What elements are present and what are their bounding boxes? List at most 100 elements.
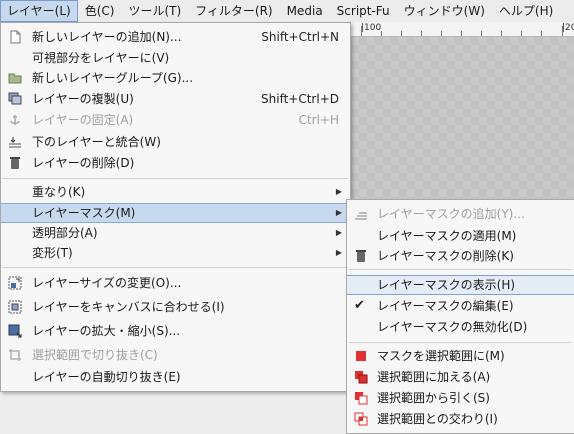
menubar: レイヤー(L) 色(C) ツール(T) フィルター(R) Media Scrip… bbox=[0, 0, 574, 23]
duplicate-layer-label: レイヤーの複製(U) bbox=[32, 92, 134, 106]
add-layer-mask-label: レイヤーマスクの追加(Y)... bbox=[377, 207, 525, 221]
anchor-layer-item[interactable]: レイヤーの固定(A) Ctrl+H bbox=[1, 110, 350, 130]
menu-layer[interactable]: レイヤー(L) bbox=[0, 0, 78, 22]
layer-boundary-size-item[interactable]: レイヤーサイズの変更(O)... bbox=[1, 273, 350, 293]
intersect-with-selection-item[interactable]: 選択範囲との交わり(I) bbox=[347, 409, 574, 429]
transparency-label: 透明部分(A) bbox=[32, 226, 98, 240]
subtract-from-selection-icon bbox=[354, 391, 368, 405]
ruler-tick bbox=[501, 31, 502, 36]
add-to-selection-item[interactable]: 選択範囲に加える(A) bbox=[347, 367, 574, 387]
delete-layer-mask-label: レイヤーマスクの削除(K) bbox=[377, 249, 514, 263]
transparency-item[interactable]: 透明部分(A) ▶ bbox=[1, 223, 350, 243]
menu-separator bbox=[349, 269, 572, 270]
trash-icon bbox=[8, 156, 22, 170]
menu-media[interactable]: Media bbox=[280, 0, 330, 22]
layer-to-image-size-label: レイヤーをキャンバスに合わせる(I) bbox=[32, 300, 225, 314]
layer-menu: 新しいレイヤーの追加(N)... Shift+Ctrl+N 可視部分をレイヤーに… bbox=[0, 22, 351, 392]
menu-separator bbox=[349, 342, 572, 343]
stack-label: 重なり(K) bbox=[32, 185, 86, 199]
transform-label: 変形(T) bbox=[32, 246, 73, 260]
visible-to-layer-item[interactable]: 可視部分をレイヤーに(V) bbox=[1, 48, 350, 68]
new-layer-label: 新しいレイヤーの追加(N)... bbox=[32, 30, 182, 44]
new-layer-group-label: 新しいレイヤーグループ(G)... bbox=[32, 71, 194, 85]
menu-separator bbox=[3, 267, 348, 268]
edit-layer-mask-item[interactable]: ✔ レイヤーマスクの編集(E) bbox=[347, 296, 574, 316]
fit-canvas-icon bbox=[8, 300, 22, 314]
duplicate-icon bbox=[8, 92, 22, 106]
layer-mask-item[interactable]: レイヤーマスク(M) ▶ bbox=[1, 203, 350, 223]
anchor-layer-label: レイヤーの固定(A) bbox=[32, 113, 134, 127]
mask-to-selection-label: マスクを選択範囲に(M) bbox=[377, 349, 505, 363]
ruler-tick bbox=[461, 31, 462, 36]
ruler-tick bbox=[361, 26, 362, 36]
menu-help[interactable]: ヘルプ(H) bbox=[492, 0, 560, 22]
ruler-tick bbox=[541, 31, 542, 36]
submenu-arrow-icon: ▶ bbox=[335, 248, 342, 257]
subtract-from-selection-label: 選択範囲から引く(S) bbox=[377, 391, 490, 405]
autocrop-layer-label: レイヤーの自動切り抜き(E) bbox=[32, 370, 181, 384]
edit-layer-mask-label: レイヤーマスクの編集(E) bbox=[377, 299, 514, 313]
anchor-layer-shortcut: Ctrl+H bbox=[298, 113, 339, 127]
horizontal-ruler[interactable]: |100 |200 bbox=[351, 22, 574, 37]
scale-layer-label: レイヤーの拡大・縮小(S)... bbox=[32, 324, 181, 338]
layer-to-image-size-item[interactable]: レイヤーをキャンバスに合わせる(I) bbox=[1, 297, 350, 317]
add-mask-icon bbox=[354, 207, 368, 221]
visible-to-layer-label: 可視部分をレイヤーに(V) bbox=[32, 51, 170, 65]
ruler-tick bbox=[401, 31, 402, 36]
autocrop-layer-item[interactable]: レイヤーの自動切り抜き(E) bbox=[1, 367, 350, 387]
scale-layer-icon bbox=[8, 324, 22, 338]
disable-layer-mask-item[interactable]: レイヤーマスクの無効化(D) bbox=[347, 317, 574, 337]
add-to-selection-label: 選択範囲に加える(A) bbox=[377, 370, 491, 384]
merge-down-icon bbox=[8, 135, 22, 149]
anchor-icon bbox=[8, 113, 22, 127]
ruler-tick bbox=[421, 31, 422, 36]
crop-icon bbox=[8, 348, 22, 362]
delete-layer-label: レイヤーの削除(D) bbox=[32, 156, 135, 170]
duplicate-layer-item[interactable]: レイヤーの複製(U) Shift+Ctrl+D bbox=[1, 89, 350, 109]
duplicate-layer-shortcut: Shift+Ctrl+D bbox=[261, 92, 339, 106]
intersect-with-selection-icon bbox=[354, 412, 368, 426]
ruler-tick bbox=[381, 31, 382, 36]
mask-to-selection-item[interactable]: マスクを選択範囲に(M) bbox=[347, 346, 574, 366]
mask-to-selection-icon bbox=[354, 349, 368, 363]
trash-icon bbox=[354, 249, 368, 263]
ruler-tick bbox=[562, 26, 563, 36]
submenu-arrow-icon: ▶ bbox=[335, 228, 342, 237]
new-layer-group-item[interactable]: 新しいレイヤーグループ(G)... bbox=[1, 68, 350, 88]
menu-color[interactable]: 色(C) bbox=[78, 0, 122, 22]
new-layer-shortcut: Shift+Ctrl+N bbox=[261, 30, 339, 44]
menu-script-fu[interactable]: Script-Fu bbox=[330, 0, 397, 22]
merge-down-item[interactable]: 下のレイヤーと統合(W) bbox=[1, 132, 350, 152]
ruler-tick bbox=[521, 31, 522, 36]
apply-layer-mask-item[interactable]: レイヤーマスクの適用(M) bbox=[347, 226, 574, 246]
add-layer-mask-item[interactable]: レイヤーマスクの追加(Y)... bbox=[347, 204, 574, 224]
apply-layer-mask-label: レイヤーマスクの適用(M) bbox=[377, 229, 517, 243]
ruler-label-200: |200 bbox=[562, 23, 574, 33]
menu-tools[interactable]: ツール(T) bbox=[121, 0, 188, 22]
ruler-label-100: |100 bbox=[361, 23, 382, 33]
intersect-with-selection-label: 選択範囲との交わり(I) bbox=[377, 412, 498, 426]
ruler-tick bbox=[441, 31, 442, 36]
checkmark-icon: ✔ bbox=[354, 298, 365, 313]
submenu-arrow-icon: ▶ bbox=[335, 187, 342, 196]
folder-icon bbox=[8, 71, 22, 85]
delete-layer-item[interactable]: レイヤーの削除(D) bbox=[1, 153, 350, 173]
new-layer-icon bbox=[8, 30, 22, 44]
crop-to-selection-item[interactable]: 選択範囲で切り抜き(C) bbox=[1, 345, 350, 365]
menu-filters[interactable]: フィルター(R) bbox=[188, 0, 279, 22]
subtract-from-selection-item[interactable]: 選択範囲から引く(S) bbox=[347, 388, 574, 408]
transform-item[interactable]: 変形(T) ▶ bbox=[1, 243, 350, 263]
layer-mask-submenu: レイヤーマスクの追加(Y)... レイヤーマスクの適用(M) レイヤーマスクの削… bbox=[346, 199, 574, 434]
resize-layer-icon bbox=[8, 276, 22, 290]
layer-boundary-size-label: レイヤーサイズの変更(O)... bbox=[32, 276, 182, 290]
ruler-tick bbox=[481, 31, 482, 36]
new-layer-item[interactable]: 新しいレイヤーの追加(N)... Shift+Ctrl+N bbox=[1, 27, 350, 47]
show-layer-mask-item[interactable]: レイヤーマスクの表示(H) bbox=[347, 275, 574, 295]
menu-window[interactable]: ウィンドウ(W) bbox=[397, 0, 492, 22]
delete-layer-mask-item[interactable]: レイヤーマスクの削除(K) bbox=[347, 246, 574, 266]
merge-down-label: 下のレイヤーと統合(W) bbox=[32, 135, 161, 149]
crop-to-selection-label: 選択範囲で切り抜き(C) bbox=[32, 348, 158, 362]
show-layer-mask-label: レイヤーマスクの表示(H) bbox=[377, 278, 516, 292]
scale-layer-item[interactable]: レイヤーの拡大・縮小(S)... bbox=[1, 321, 350, 341]
stack-item[interactable]: 重なり(K) ▶ bbox=[1, 182, 350, 202]
